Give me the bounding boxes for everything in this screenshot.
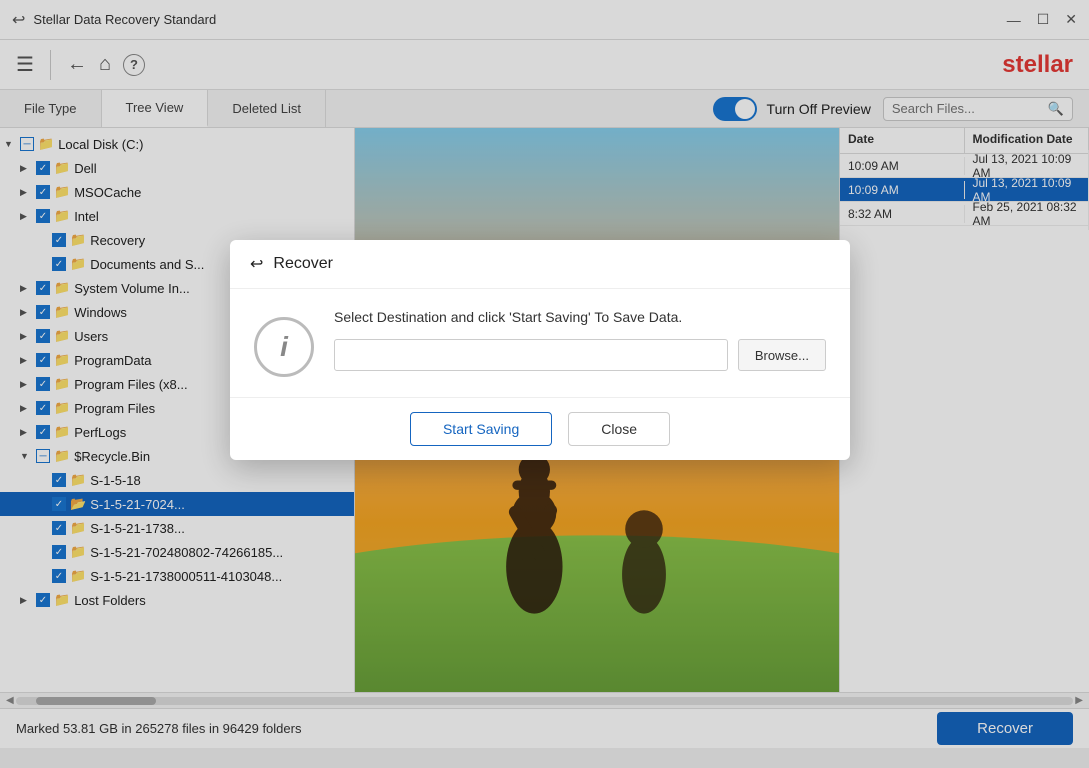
info-circle: i [254, 317, 314, 377]
destination-input[interactable] [334, 339, 728, 371]
dialog-footer: Start Saving Close [230, 397, 850, 460]
recover-dialog: ↩ Recover i Select Destination and click… [230, 240, 850, 460]
dialog-back-icon: ↩ [250, 254, 263, 274]
dialog-body: i Select Destination and click 'Start Sa… [230, 289, 850, 397]
dialog-content: Select Destination and click 'Start Savi… [334, 309, 826, 371]
dialog-title: Recover [273, 255, 333, 273]
dialog-titlebar: ↩ Recover [230, 240, 850, 289]
browse-button[interactable]: Browse... [738, 339, 826, 371]
dialog-close-button[interactable]: Close [568, 412, 670, 446]
dialog-input-row: Browse... [334, 339, 826, 371]
start-saving-button[interactable]: Start Saving [410, 412, 552, 446]
dialog-overlay: ↩ Recover i Select Destination and click… [0, 0, 1089, 768]
dialog-message: Select Destination and click 'Start Savi… [334, 309, 826, 325]
